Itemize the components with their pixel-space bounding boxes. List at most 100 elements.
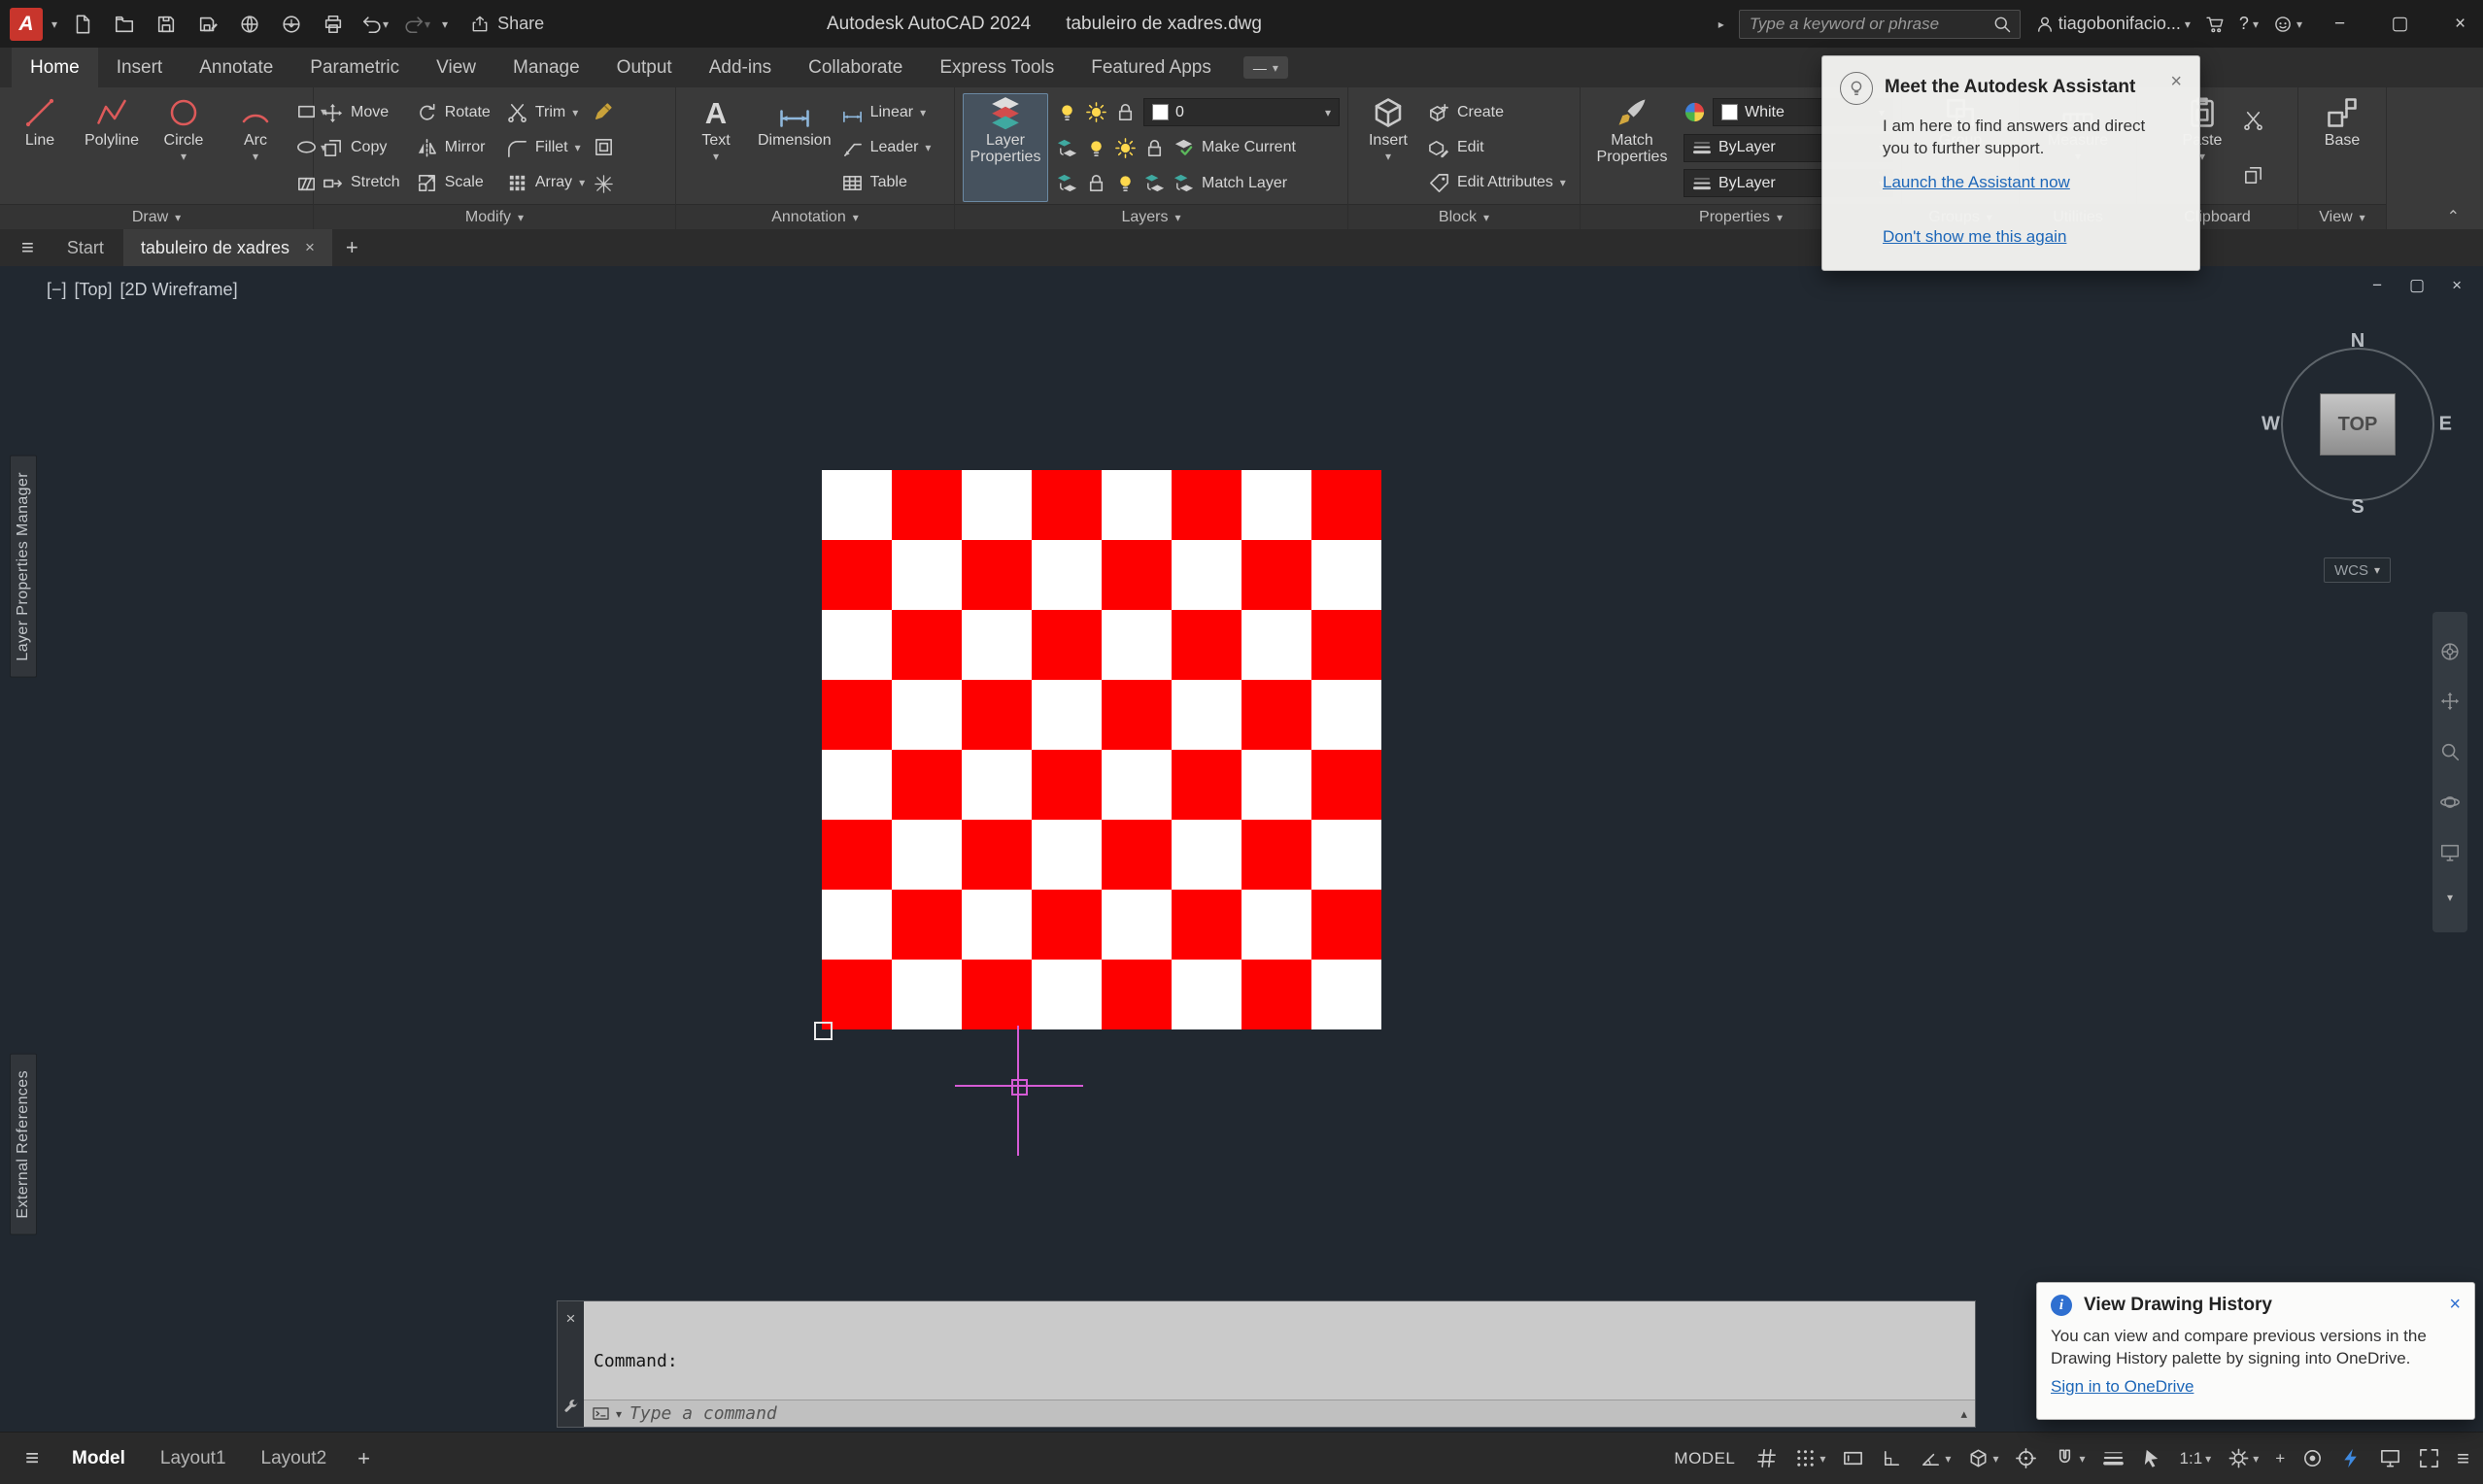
layer-walk-button[interactable] (1056, 172, 1078, 194)
show-motion-icon[interactable] (2439, 842, 2461, 863)
tab-annotate[interactable]: Annotate (181, 48, 291, 87)
share-button[interactable]: Share (470, 14, 544, 34)
zoom-icon[interactable] (2439, 741, 2461, 762)
qat-customize-chevron-icon[interactable]: ▾ (442, 18, 448, 30)
pan-icon[interactable] (2439, 691, 2461, 712)
ribbon-display-toggle[interactable]: — ▾ (1243, 56, 1288, 79)
explode-button[interactable] (593, 173, 615, 195)
drawing-restore-icon[interactable]: ▢ (2409, 276, 2425, 295)
clean-screen-button[interactable] (2379, 1447, 2401, 1469)
tab-start[interactable]: Start (50, 229, 121, 266)
onedrive-signin-link[interactable]: Sign in to OneDrive (2051, 1377, 2194, 1396)
viewcube-south[interactable]: S (2351, 496, 2364, 519)
tab-drawing[interactable]: tabuleiro de xadres × (123, 229, 332, 266)
lineweight-toggle-button[interactable] (2102, 1447, 2125, 1469)
color-wheel-button[interactable] (1684, 101, 1706, 123)
assistant-launch-link[interactable]: Launch the Assistant now (1883, 173, 2182, 192)
viewcube-east[interactable]: E (2439, 414, 2452, 436)
app-logo[interactable]: A (10, 8, 43, 41)
panel-label-draw[interactable]: Draw ▾ (0, 204, 313, 229)
layer-on-button[interactable] (1114, 172, 1137, 194)
layer-select[interactable]: 0 ▾ (1143, 98, 1340, 126)
ortho-button[interactable] (1881, 1447, 1903, 1469)
tab-insert[interactable]: Insert (98, 48, 182, 87)
drawing-area[interactable]: [−] [Top] [2D Wireframe] − ▢ × Layer Pro… (0, 266, 2483, 1433)
drawing-minimize-icon[interactable]: − (2372, 276, 2382, 295)
line-button[interactable]: Line (8, 93, 72, 202)
scale-button[interactable]: Scale (416, 167, 491, 198)
graphics-performance-button[interactable] (2340, 1447, 2363, 1469)
layout1-tab[interactable]: Layout1 (147, 1448, 240, 1469)
polyline-button[interactable]: Polyline (80, 93, 144, 202)
object-snap-button[interactable]: ▾ (2054, 1447, 2085, 1469)
open-button[interactable] (108, 8, 141, 41)
command-history[interactable]: Command: Autodesk DWG. This file is a Tr… (584, 1301, 1975, 1400)
external-references-palette-tab[interactable]: External References (10, 1054, 37, 1235)
status-menu-button[interactable]: ≡ (14, 1445, 51, 1472)
save-to-web-button[interactable] (275, 8, 308, 41)
layer-thaw-button[interactable] (1085, 101, 1107, 123)
viewcube-west[interactable]: W (2262, 414, 2280, 436)
open-from-web-button[interactable] (233, 8, 266, 41)
app-menu-chevron-icon[interactable]: ▾ (51, 18, 57, 30)
maximize-button[interactable]: ▢ (2377, 0, 2423, 48)
orbit-icon[interactable] (2439, 792, 2461, 813)
drawing-tab-close-icon[interactable]: × (305, 238, 315, 257)
annotation-monitor-button[interactable]: + (2275, 1449, 2285, 1468)
cut-button[interactable] (2242, 110, 2264, 132)
wcs-selector[interactable]: WCS ▾ (2324, 557, 2391, 583)
array-button[interactable]: Array▾ (506, 167, 585, 198)
copy-button[interactable]: Copy (322, 132, 400, 163)
linear-button[interactable]: Linear▾ (841, 97, 932, 128)
account-menu[interactable]: tiagobonifacio... ▾ (2035, 14, 2191, 34)
tab-view[interactable]: View (418, 48, 494, 87)
workspace-switching-button[interactable]: ▾ (2228, 1447, 2259, 1469)
snap-mode-button[interactable]: ▾ (1794, 1447, 1825, 1469)
viewport-view-control[interactable]: [Top] (75, 280, 113, 300)
viewport-visual-style-control[interactable]: [2D Wireframe] (120, 280, 238, 300)
file-tabs-menu-button[interactable]: ≡ (8, 229, 48, 266)
layer-properties-button[interactable]: Layer Properties (963, 93, 1048, 202)
panel-label-block[interactable]: Block ▾ (1348, 204, 1580, 229)
nav-wheel-icon[interactable] (2439, 641, 2461, 662)
offset-button[interactable] (593, 136, 615, 158)
object-snap-tracking-button[interactable] (2015, 1447, 2037, 1469)
command-prompt-icon[interactable] (592, 1404, 610, 1423)
leader-button[interactable]: Leader▾ (841, 132, 932, 163)
command-options-chevron-icon[interactable]: ▾ (616, 1408, 622, 1420)
panel-label-view[interactable]: View ▾ (2298, 204, 2386, 229)
search-expand-icon[interactable]: ▸ (1718, 18, 1724, 30)
ribbon-collapse-button[interactable]: ⌃ (2447, 207, 2460, 226)
viewcube[interactable]: N S W E TOP (2265, 332, 2450, 517)
tab-featured-apps[interactable]: Featured Apps (1072, 48, 1230, 87)
tab-output[interactable]: Output (598, 48, 691, 87)
viewcube-north[interactable]: N (2351, 330, 2364, 353)
history-popup-close-button[interactable]: × (2449, 1295, 2461, 1314)
close-button[interactable]: × (2437, 0, 2483, 48)
tab-express-tools[interactable]: Express Tools (921, 48, 1072, 87)
create-block-button[interactable]: Create (1428, 97, 1566, 128)
plot-button[interactable] (317, 8, 350, 41)
viewcube-top-face[interactable]: TOP (2320, 393, 2396, 455)
command-close-button[interactable]: × (566, 1309, 576, 1329)
polar-tracking-button[interactable]: ▾ (1920, 1447, 1951, 1469)
save-as-button[interactable] (191, 8, 224, 41)
panel-label-modify[interactable]: Modify ▾ (314, 204, 675, 229)
layer-properties-palette-tab[interactable]: Layer Properties Manager (10, 455, 37, 678)
edit-block-button[interactable]: Edit (1428, 132, 1566, 163)
grid-toggle-button[interactable] (1755, 1447, 1778, 1469)
circle-button[interactable]: Circle ▾ (152, 93, 216, 202)
navigation-bar[interactable]: ▾ (2432, 612, 2467, 932)
annotation-scale-button[interactable]: 1:1▾ (2180, 1449, 2212, 1468)
search-input[interactable] (1748, 14, 1985, 35)
copy-clip-button[interactable] (2242, 164, 2264, 186)
selection-cycling-button[interactable] (2141, 1447, 2163, 1469)
match-layer-button[interactable]: Match Layer (1173, 168, 1287, 199)
mirror-button[interactable]: Mirror (416, 132, 491, 163)
new-drawing-tab-button[interactable]: + (334, 229, 370, 266)
help-search-box[interactable] (1739, 10, 2021, 39)
save-button[interactable] (150, 8, 183, 41)
trim-button[interactable]: Trim▾ (506, 97, 585, 128)
layout2-tab[interactable]: Layout2 (248, 1448, 341, 1469)
panel-label-annotation[interactable]: Annotation ▾ (676, 204, 954, 229)
